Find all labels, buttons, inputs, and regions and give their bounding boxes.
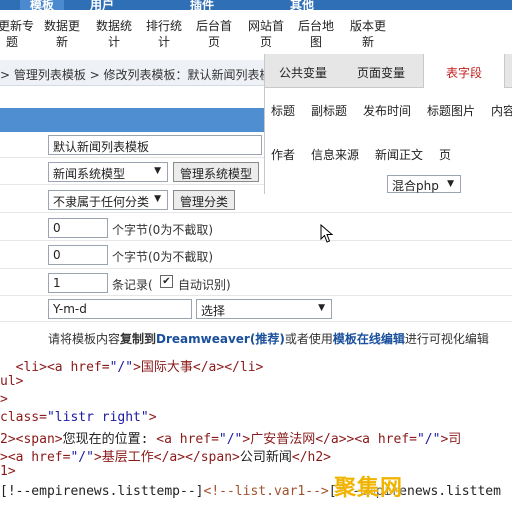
auto-detect-checkbox[interactable]: ✔	[160, 275, 173, 288]
code-line: class="listr right">	[0, 410, 157, 425]
dreamweaver-link[interactable]: Dreamweaver(推荐)	[156, 332, 285, 346]
tab-public-variables[interactable]: 公共变量	[279, 64, 327, 81]
field-author[interactable]: 作者	[271, 146, 295, 163]
subnav-item-data-update[interactable]: 数据更新	[44, 18, 80, 50]
form-row-record-count: 1 条记录( ✔ 自动识别)	[0, 269, 512, 296]
record-count-label: 条记录(	[112, 278, 153, 292]
edit-tip: 请将模板内容复制到Dreamweaver(推荐)或者使用模板在线编辑进行可视化编…	[48, 332, 489, 346]
field-title-image[interactable]: 标题图片	[427, 102, 475, 119]
subnav-item-admin-home[interactable]: 后台首页	[196, 18, 232, 50]
template-name-input[interactable]: 默认新闻列表模板	[48, 135, 262, 155]
field-source[interactable]: 信息来源	[311, 146, 359, 163]
sub-navigation: 更新专题 数据更新 数据统计 排行统计 后台首页 网站首页 后台地图 版本更新	[0, 10, 512, 56]
field-page[interactable]: 页	[439, 146, 451, 163]
subnav-item-rank-stats[interactable]: 排行统计	[146, 18, 182, 50]
php-mode-select[interactable]: 混合php	[387, 175, 461, 193]
code-line: <li><a href="/">国际大事</a></li>	[15, 360, 264, 375]
record-count-input[interactable]: 1	[48, 273, 108, 293]
intro-length-input[interactable]: 0	[48, 245, 108, 265]
subnav-item-version-update[interactable]: 版本更新	[350, 18, 386, 50]
breadcrumb-text: > 管理列表模板 > 修改列表模板：默认新闻列表模	[0, 68, 272, 82]
top-navigation: 模板 用户 插件 其他	[0, 0, 512, 13]
model-select[interactable]: 新闻系统模型	[48, 162, 168, 182]
title-length-input[interactable]: 0	[48, 218, 108, 238]
field-subtitle[interactable]: 副标题	[311, 102, 347, 119]
variable-picker-panel: 公共变量 页面变量 表字段 标题 副标题 发布时间 标题图片 内容 作者 信息来…	[264, 54, 512, 194]
field-publish-time[interactable]: 发布时间	[363, 102, 411, 119]
code-line: [!--empirenews.listtemp--]<!--list.var1-…	[0, 484, 501, 499]
field-title[interactable]: 标题	[271, 102, 295, 119]
code-line: ul>	[0, 374, 24, 389]
mouse-cursor-icon	[320, 224, 334, 243]
form-row-tip: 请将模板内容复制到Dreamweaver(推荐)或者使用模板在线编辑进行可视化编…	[0, 322, 512, 350]
field-content[interactable]: 内容	[491, 102, 512, 119]
code-line: >	[0, 392, 8, 407]
form-row-title-length: 0 个字节(0为不截取)	[0, 213, 512, 241]
category-select[interactable]: 不隶属于任何分类	[48, 190, 168, 210]
breadcrumb: > 管理列表模板 > 修改列表模板：默认新闻列表模	[0, 60, 272, 86]
form-row-date-format: Y-m-d 选择	[0, 296, 512, 322]
code-line: 2><span>您现在的位置: <a href="/">广安普法网</a>><a…	[0, 432, 462, 447]
manage-model-button[interactable]: 管理系统模型	[173, 162, 260, 182]
field-news-body[interactable]: 新闻正文	[375, 146, 423, 163]
variable-tabs: 公共变量 页面变量 表字段	[265, 54, 512, 88]
title-length-label: 个字节(0为不截取)	[112, 223, 213, 237]
code-line: 1>	[0, 464, 16, 479]
intro-length-label: 个字节(0为不截取)	[112, 250, 213, 264]
site-watermark: 聚集网	[334, 476, 404, 501]
tab-page-variables[interactable]: 页面变量	[357, 64, 405, 81]
online-edit-link[interactable]: 模板在线编辑	[333, 332, 405, 346]
date-format-select[interactable]: 选择	[196, 299, 332, 319]
form-row-intro-length: 0 个字节(0为不截取)	[0, 241, 512, 269]
subnav-item-admin-map[interactable]: 后台地图	[298, 18, 334, 50]
manage-category-button[interactable]: 管理分类	[173, 190, 236, 210]
date-format-input[interactable]: Y-m-d	[48, 299, 192, 319]
code-line: ><a href="/">基层工作</a></span>公司新闻</h2>	[0, 450, 332, 465]
tab-table-fields[interactable]: 表字段	[423, 54, 506, 88]
subnav-item-data-stats[interactable]: 数据统计	[96, 18, 132, 50]
template-code-editor[interactable]: <li><a href="/">国际大事</a></li> ul> > clas…	[0, 352, 512, 508]
subnav-item-site-home[interactable]: 网站首页	[248, 18, 284, 50]
auto-detect-label: 自动识别)	[178, 278, 231, 292]
subnav-item-update-special[interactable]: 更新专题	[0, 18, 34, 50]
